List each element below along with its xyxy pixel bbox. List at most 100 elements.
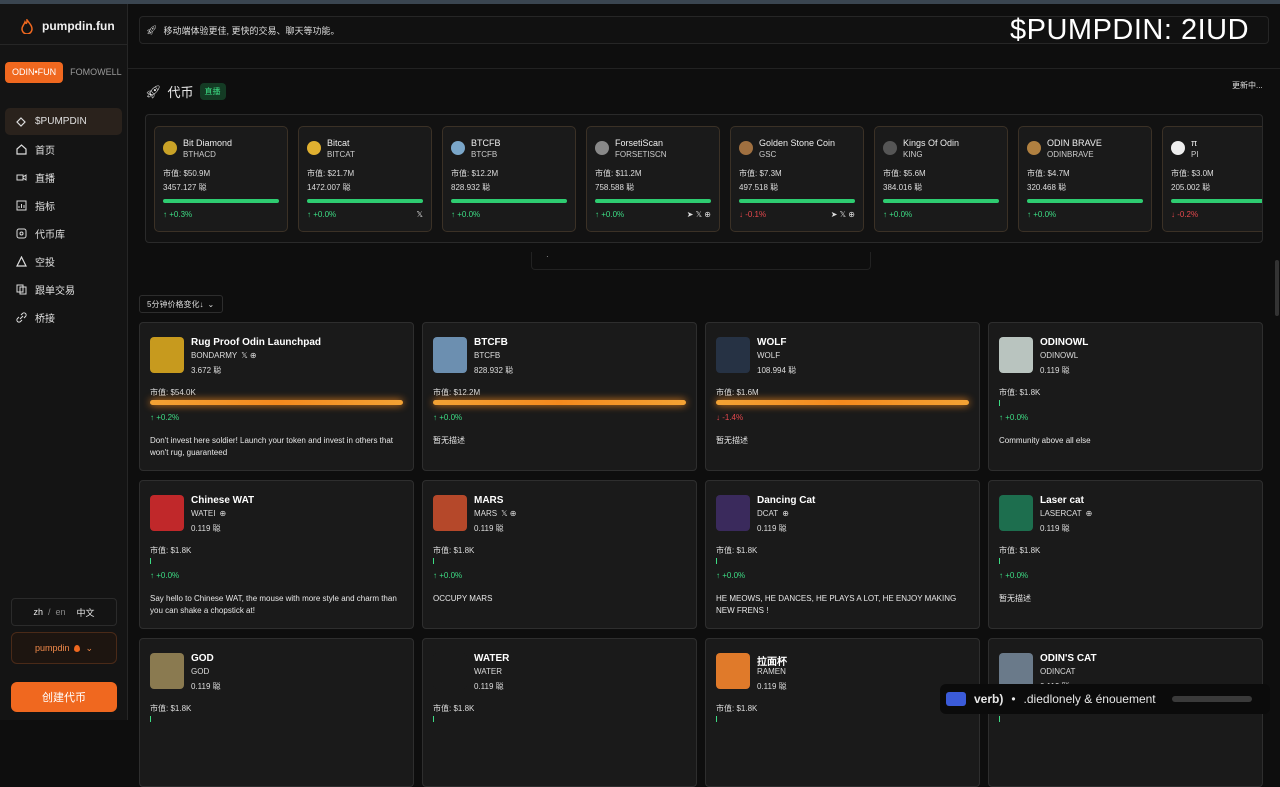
social-icons[interactable]: ⊕ [782, 509, 789, 518]
live-badge: 直播 [199, 83, 226, 100]
app-logo[interactable]: pumpdin.fun [20, 18, 115, 34]
sidebar-item-link[interactable]: 桥接 [5, 304, 122, 331]
token-price-change: ↑ +0.0% [433, 571, 463, 580]
account-name: pumpdin [34, 643, 70, 653]
token-card[interactable]: Dancing Cat DCAT ⊕ 0.119 聪市值: $1.8K ↑ +0.0% H… [705, 480, 980, 629]
token-card[interactable]: WATER WATER 0.119 聪市值: $1.8K [422, 638, 697, 787]
social-icons[interactable]: 𝕏 ⊕ [501, 509, 516, 518]
social-links[interactable]: ➤ 𝕏 ⊕ [687, 210, 711, 219]
token-card[interactable]: Laser cat LASERCAT ⊕ 0.119 聪市值: $1.8K ↑ +0.0… [988, 480, 1263, 629]
token-card[interactable]: Chinese WAT WATEI ⊕ 0.119 聪市值: $1.8K ↑ +0.0%… [139, 480, 414, 629]
token-holders: 0.119 聪 [1040, 366, 1070, 375]
token-card[interactable]: ODINOWL ODINOWL 0.119 聪市值: $1.8K ↑ +0.0% Com… [988, 322, 1263, 471]
token-description: 暂无描述 [433, 436, 465, 445]
sidebar-item-library[interactable]: 代币库 [5, 220, 122, 247]
social-icons[interactable]: ⊕ [219, 509, 226, 518]
token-name: WATER [474, 653, 510, 664]
social-links[interactable]: ➤ 𝕏 ⊕ [831, 210, 855, 219]
sidebar-item-label: 首页 [35, 146, 55, 157]
social-links[interactable]: 𝕏 [417, 210, 423, 219]
token-ticker: DCAT [757, 509, 779, 518]
create-token-button[interactable]: 创建代币 [11, 682, 117, 712]
ticker-watermark: $PUMPDIN: 2IUD [1010, 14, 1250, 46]
account-menu-button[interactable]: pumpdin ⌄ [11, 632, 117, 664]
page-scrollbar[interactable] [1275, 260, 1279, 316]
sidebar-item-airdrop[interactable]: 空投 [5, 248, 122, 275]
token-holders: 0.119 聪 [757, 682, 787, 691]
token-ticker: ODINCAT [1040, 667, 1076, 676]
sort-label: 5分钟价格变化↓ [147, 299, 204, 309]
token-image [999, 495, 1033, 531]
social-icons[interactable]: ⊕ [1086, 509, 1093, 518]
sort-dropdown[interactable]: 5分钟价格变化↓ ⌄ [139, 295, 223, 313]
token-progress-bar [1171, 199, 1262, 203]
token-card[interactable]: WOLF WOLF 108.994 聪市值: $1.6M ↓ -1.4% 暂无描述 [705, 322, 980, 471]
toast-progress-bar[interactable] [1171, 696, 1252, 702]
token-ticker-row: WOLF [757, 351, 784, 360]
flame-icon [74, 644, 81, 652]
token-description: HE MEOWS, HE DANCES, HE PLAYS A LOT, HE … [716, 594, 957, 615]
token-card[interactable]: MARS MARS 𝕏 ⊕ 0.119 聪市值: $1.8K ↑ +0.0% OCCUPY… [422, 480, 697, 629]
language-switch[interactable]: zh / en 中文 [11, 598, 117, 626]
token-name: Golden Stone Coin [759, 138, 836, 148]
toast-text: .diedlonely & énouement [1023, 692, 1156, 706]
sidebar-item-label: 指标 [35, 202, 55, 213]
bonding-progress-bar [999, 716, 1000, 722]
token-price-change: ↑ +0.0% [999, 571, 1029, 580]
sidebar-item-diamond[interactable]: $PUMPDIN [5, 108, 122, 135]
token-card[interactable]: GOD GOD 0.119 聪市值: $1.8K [139, 638, 414, 787]
library-icon [15, 228, 27, 240]
token-card[interactable]: Rug Proof Odin Launchpad BONDARMY 𝕏 ⊕ 3.672… [139, 322, 414, 471]
token-market-cap: 市值: $1.8K [150, 704, 192, 713]
trending-token-card[interactable]: ForsetiScan FORSETISCN 市值: $11.2M 758.588 聪… [586, 126, 720, 232]
token-image [716, 337, 750, 373]
sidebar-item-copy[interactable]: 跟单交易 [5, 276, 122, 303]
sidebar-nav: $PUMPDIN 首页直播指标代币库空投跟单交易 桥接 [5, 108, 122, 332]
token-image [716, 495, 750, 531]
token-card[interactable]: 拉面杯 RAMEN 0.119 聪市值: $1.8K [705, 638, 980, 787]
sidebar-item-label: 空投 [35, 258, 55, 269]
sidebar-item-video[interactable]: 直播 [5, 164, 122, 191]
chevron-down-icon: ⌄ [85, 642, 94, 653]
social-icons[interactable]: 𝕏 ⊕ [241, 351, 256, 360]
token-price-change: ↓ -0.1% [739, 210, 767, 219]
token-ticker-row: WATER [474, 667, 506, 676]
token-market-cap: 市值: $4.7M [1027, 169, 1070, 178]
token-ticker: BTHACD [183, 150, 216, 159]
rocket-icon: 🚀︎ [146, 24, 158, 35]
bonding-progress-bar [433, 400, 686, 405]
trending-token-card[interactable]: Bit Diamond BTHACD 市值: $50.9M 3457.127 聪 ↑ +… [154, 126, 288, 232]
token-ticker: BITCAT [327, 150, 355, 159]
platform-odin-tab[interactable]: ODIN•FUN [5, 62, 64, 83]
trending-token-card[interactable]: Bitcat BITCAT 市值: $21.7M 1472.007 聪 ↑ +0.0% 𝕏 [298, 126, 432, 232]
token-ticker-row: GOD [191, 667, 213, 676]
strip-scroll-indicator[interactable]: · [531, 252, 871, 270]
token-image [150, 495, 184, 531]
token-name: ODIN BRAVE [1047, 138, 1102, 148]
token-holders: 3457.127 聪 [163, 183, 207, 192]
token-price-change: ↑ +0.0% [716, 571, 746, 580]
platform-fomowell-tab[interactable]: FOMOWELL [63, 62, 129, 83]
token-ticker-row: ODINCAT [1040, 667, 1079, 676]
sidebar-item-home[interactable]: 首页 [5, 136, 122, 163]
section-title: 代币 [167, 85, 194, 100]
trending-token-card[interactable]: ODIN BRAVE ODINBRAVE 市值: $4.7M 320.468 聪 ↑ +… [1018, 126, 1152, 232]
lang-zh[interactable]: zh [33, 607, 43, 617]
trending-token-card[interactable]: BTCFB BTCFB 市值: $12.2M 828.932 聪 ↑ +0.0% [442, 126, 576, 232]
home-icon [15, 144, 27, 156]
trending-token-card[interactable]: Kings Of Odin KING 市值: $5.6M 384.016 聪 ↑ +0.… [874, 126, 1008, 232]
token-avatar [883, 141, 897, 155]
sidebar: pumpdin.fun ODIN•FUN FOMOWELL $PUMPDIN 首页… [0, 4, 128, 720]
token-ticker: BTCFB [471, 150, 498, 159]
sidebar-item-chart[interactable]: 指标 [5, 192, 122, 219]
trending-token-strip[interactable]: Bit Diamond BTHACD 市值: $50.9M 3457.127 聪 ↑ +… [145, 114, 1263, 243]
token-card[interactable]: BTCFB BTCFB 828.932 聪市值: $12.2M ↑ +0.0% 暂无描述 [422, 322, 697, 471]
token-image [150, 337, 184, 373]
trending-token-card[interactable]: Golden Stone Coin GSC 市值: $7.3M 497.518 聪 ↓ … [730, 126, 864, 232]
token-ticker: PI [1191, 150, 1199, 159]
trending-token-card[interactable]: π PI 市值: $3.0M 205.002 聪 ↓ -0.2% [1162, 126, 1262, 232]
now-playing-toast[interactable]: verb) • .diedlonely & énouement [940, 684, 1270, 714]
token-progress-bar [595, 199, 711, 203]
platform-switch: ODIN•FUN FOMOWELL [5, 62, 129, 83]
lang-en[interactable]: en [56, 607, 66, 617]
